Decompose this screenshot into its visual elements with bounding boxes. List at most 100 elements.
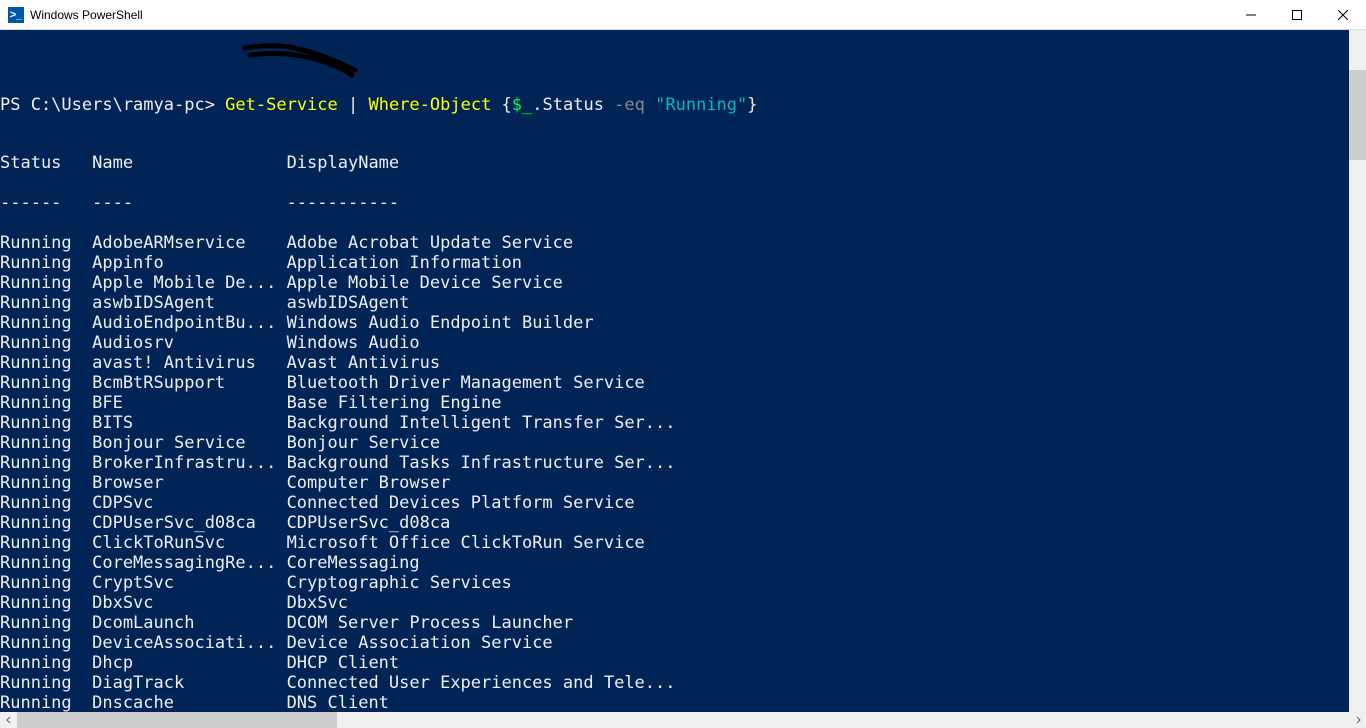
- service-name: Dhcp: [92, 653, 286, 673]
- service-status: Running: [0, 633, 92, 653]
- service-display-name: CDPUserSvc_d08ca: [287, 513, 451, 533]
- service-name: Appinfo: [92, 253, 286, 273]
- service-status: Running: [0, 493, 92, 513]
- cmd-operator-eq: -eq: [614, 95, 645, 115]
- cmd-space: [645, 95, 655, 115]
- service-status: Running: [0, 533, 92, 553]
- terminal-content[interactable]: PS C:\Users\ramya-pc> Get-Service | Wher…: [0, 30, 1366, 712]
- service-row: RunningBonjour ServiceBonjour Service: [0, 433, 1366, 453]
- service-status: Running: [0, 333, 92, 353]
- service-status: Running: [0, 693, 92, 712]
- service-status: Running: [0, 553, 92, 573]
- service-display-name: Connected User Experiences and Tele...: [287, 673, 676, 693]
- service-display-name: Bonjour Service: [287, 433, 441, 453]
- service-status: Running: [0, 473, 92, 493]
- service-row: RunningClickToRunSvcMicrosoft Office Cli…: [0, 533, 1366, 553]
- service-name: CoreMessagingRe...: [92, 553, 286, 573]
- service-status: Running: [0, 293, 92, 313]
- service-row: RunningDhcpDHCP Client: [0, 653, 1366, 673]
- service-status: Running: [0, 373, 92, 393]
- service-row: RunningAudiosrvWindows Audio: [0, 333, 1366, 353]
- service-display-name: Background Tasks Infrastructure Ser...: [287, 453, 676, 473]
- service-name: DeviceAssociati...: [92, 633, 286, 653]
- service-row: RunningBFEBase Filtering Engine: [0, 393, 1366, 413]
- terminal-viewport[interactable]: PS C:\Users\ramya-pc> Get-Service | Wher…: [0, 30, 1366, 712]
- service-status: Running: [0, 453, 92, 473]
- service-display-name: DCOM Server Process Launcher: [287, 613, 574, 633]
- cmd-get-service: Get-Service: [225, 95, 338, 115]
- service-name: CDPSvc: [92, 493, 286, 513]
- service-display-name: Microsoft Office ClickToRun Service: [287, 533, 645, 553]
- service-display-name: Background Intelligent Transfer Ser...: [287, 413, 676, 433]
- service-status: Running: [0, 233, 92, 253]
- service-row: RunningDnscacheDNS Client: [0, 693, 1366, 712]
- hscroll-thumb[interactable]: [17, 712, 337, 728]
- header-status-ul: ------: [0, 193, 92, 213]
- service-display-name: Application Information: [287, 253, 522, 273]
- service-row: RunningCDPUserSvc_d08caCDPUserSvc_d08ca: [0, 513, 1366, 533]
- powershell-icon-glyph: >_: [10, 9, 23, 21]
- service-display-name: aswbIDSAgent: [287, 293, 410, 313]
- service-status: Running: [0, 393, 92, 413]
- hscroll-track[interactable]: [17, 712, 1349, 728]
- service-name: BITS: [92, 413, 286, 433]
- service-display-name: Apple Mobile Device Service: [287, 273, 563, 293]
- service-name: Bonjour Service: [92, 433, 286, 453]
- service-row: RunningBrowserComputer Browser: [0, 473, 1366, 493]
- hscroll-right-button[interactable]: [1349, 712, 1366, 728]
- service-row: RunningBrokerInfrastru...Background Task…: [0, 453, 1366, 473]
- service-display-name: CoreMessaging: [287, 553, 420, 573]
- service-name: BFE: [92, 393, 286, 413]
- maximize-button[interactable]: [1274, 0, 1320, 29]
- service-display-name: Device Association Service: [287, 633, 553, 653]
- powershell-icon: >_: [8, 7, 24, 23]
- service-display-name: Avast Antivirus: [287, 353, 441, 373]
- service-name: avast! Antivirus: [92, 353, 286, 373]
- cmd-brace-close: }: [747, 95, 757, 115]
- service-display-name: DNS Client: [287, 693, 389, 712]
- service-display-name: Base Filtering Engine: [287, 393, 502, 413]
- window-titlebar: >_ Windows PowerShell: [0, 0, 1366, 30]
- service-display-name: DHCP Client: [287, 653, 400, 673]
- service-status: Running: [0, 433, 92, 453]
- service-row: RunningCryptSvcCryptographic Services: [0, 573, 1366, 593]
- service-row: RunningDcomLaunchDCOM Server Process Lau…: [0, 613, 1366, 633]
- service-name: Browser: [92, 473, 286, 493]
- close-button[interactable]: [1320, 0, 1366, 29]
- service-status: Running: [0, 353, 92, 373]
- service-row: RunningDbxSvcDbxSvc: [0, 593, 1366, 613]
- service-row: RunningApple Mobile De...Apple Mobile De…: [0, 273, 1366, 293]
- minimize-button[interactable]: [1228, 0, 1274, 29]
- cmd-dot-status: .Status: [532, 95, 614, 115]
- service-row: RunningCoreMessagingRe...CoreMessaging: [0, 553, 1366, 573]
- service-name: DbxSvc: [92, 593, 286, 613]
- vertical-scrollbar[interactable]: [1349, 30, 1366, 712]
- vertical-scrollbar-thumb[interactable]: [1349, 70, 1366, 160]
- service-row: Runningavast! AntivirusAvast Antivirus: [0, 353, 1366, 373]
- cmd-string-running: "Running": [655, 95, 747, 115]
- service-name: CDPUserSvc_d08ca: [92, 513, 286, 533]
- horizontal-scrollbar[interactable]: [0, 712, 1366, 728]
- service-row: RunningBITSBackground Intelligent Transf…: [0, 413, 1366, 433]
- header-name: Name: [92, 153, 286, 173]
- service-row: RunningaswbIDSAgentaswbIDSAgent: [0, 293, 1366, 313]
- hscroll-left-button[interactable]: [0, 712, 17, 728]
- service-status: Running: [0, 593, 92, 613]
- service-rows-container: RunningAdobeARMserviceAdobe Acrobat Upda…: [0, 233, 1366, 712]
- service-display-name: Connected Devices Platform Service: [287, 493, 635, 513]
- service-name: Dnscache: [92, 693, 286, 712]
- service-name: DiagTrack: [92, 673, 286, 693]
- service-row: RunningDeviceAssociati...Device Associat…: [0, 633, 1366, 653]
- service-name: ClickToRunSvc: [92, 533, 286, 553]
- header-display: DisplayName: [287, 153, 400, 173]
- header-display-ul: -----------: [287, 193, 400, 213]
- service-status: Running: [0, 253, 92, 273]
- cmd-where-object: Where-Object: [368, 95, 491, 115]
- service-row: RunningCDPSvcConnected Devices Platform …: [0, 493, 1366, 513]
- service-name: CryptSvc: [92, 573, 286, 593]
- service-name: Audiosrv: [92, 333, 286, 353]
- cmd-pipe: |: [338, 95, 369, 115]
- service-status: Running: [0, 613, 92, 633]
- service-name: AudioEndpointBu...: [92, 313, 286, 333]
- service-status: Running: [0, 573, 92, 593]
